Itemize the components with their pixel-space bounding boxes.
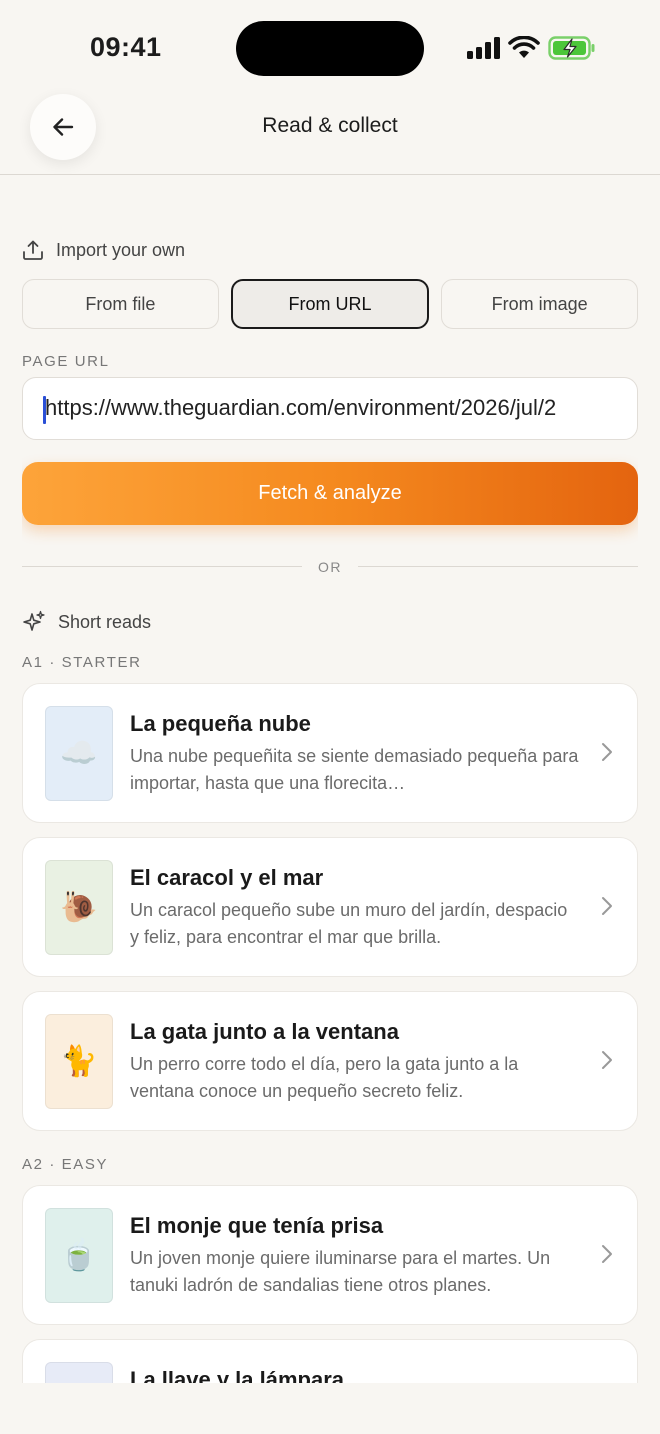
story-card[interactable]: 🐈 La gata junto a la ventana Un perro co… — [22, 991, 638, 1131]
tab-from-file[interactable]: From file — [22, 279, 219, 329]
wifi-icon — [508, 36, 540, 58]
text-caret — [43, 396, 46, 424]
import-section-header: Import your own — [22, 239, 185, 261]
chevron-right-icon — [602, 1051, 612, 1069]
story-description: Una nube pequeñita se siente demasiado p… — [130, 746, 579, 793]
url-input[interactable]: https://www.theguardian.com/environment/… — [22, 377, 638, 440]
short-reads-header: Short reads — [22, 610, 151, 634]
story-thumbnail: 🍵 — [45, 1208, 113, 1303]
level-label-a2: A2 · EASY — [22, 1156, 109, 1173]
story-title: La gata junto a la ventana — [130, 1019, 399, 1044]
story-thumbnail: ☁️ — [45, 706, 113, 801]
divider-line-right — [358, 566, 638, 567]
upload-icon — [23, 240, 43, 260]
main-content[interactable]: Import your own From file From URL From … — [22, 175, 638, 1383]
chevron-right-icon — [602, 743, 612, 761]
story-title: La llave y la lámpara — [130, 1367, 345, 1383]
tab-from-image[interactable]: From image — [441, 279, 638, 329]
story-description: Un perro corre todo el día, pero la gata… — [130, 1054, 519, 1101]
story-card[interactable]: 🍵 El monje que tenía prisa Un joven monj… — [22, 1185, 638, 1325]
cloud-icon: ☁️ — [60, 737, 98, 770]
cellular-signal-icon — [467, 37, 500, 59]
story-description: Un joven monje quiere iluminarse para el… — [130, 1248, 551, 1295]
chevron-right-icon — [602, 1245, 612, 1263]
status-bar: 09:41 — [0, 0, 660, 90]
story-thumbnail: 🐈 — [45, 1014, 113, 1109]
story-card[interactable]: La llave y la lámpara — [22, 1339, 638, 1383]
story-thumbnail — [45, 1362, 113, 1383]
short-reads-heading: Short reads — [58, 611, 152, 632]
status-icons — [466, 34, 596, 62]
top-nav-bar: Read & collect — [0, 90, 660, 175]
tab-from-url[interactable]: From URL — [230, 279, 430, 329]
story-title: La pequeña nube — [130, 711, 311, 736]
page-title: Read & collect — [262, 114, 398, 137]
story-title: El monje que tenía prisa — [130, 1213, 384, 1238]
status-time: 09:41 — [90, 32, 162, 62]
cat-icon: 🐈 — [60, 1045, 98, 1078]
url-field-label: PAGE URL — [22, 353, 110, 370]
level-label-a1: A1 · STARTER — [22, 654, 142, 671]
sparkles-icon — [23, 610, 45, 631]
or-label: OR — [318, 559, 342, 575]
chevron-right-icon — [602, 897, 612, 915]
story-card[interactable]: 🐌 El caracol y el mar Un caracol pequeño… — [22, 837, 638, 977]
story-title: El caracol y el mar — [130, 865, 324, 890]
import-heading: Import your own — [56, 239, 186, 260]
fetch-analyze-button[interactable]: Fetch & analyze — [22, 462, 638, 525]
teapot-icon: 🍵 — [60, 1239, 98, 1272]
story-card[interactable]: ☁️ La pequeña nube Una nube pequeñita se… — [22, 683, 638, 823]
dynamic-island — [236, 21, 424, 76]
import-source-tabs: From file From URL From image — [22, 279, 638, 329]
snail-icon: 🐌 — [60, 891, 98, 924]
battery-charging-icon — [548, 36, 595, 60]
story-description: Un caracol pequeño sube un muro del jard… — [130, 900, 568, 947]
url-input-value: https://www.theguardian.com/environment/… — [45, 395, 557, 420]
story-thumbnail: 🐌 — [45, 860, 113, 955]
or-divider: OR — [22, 558, 638, 576]
